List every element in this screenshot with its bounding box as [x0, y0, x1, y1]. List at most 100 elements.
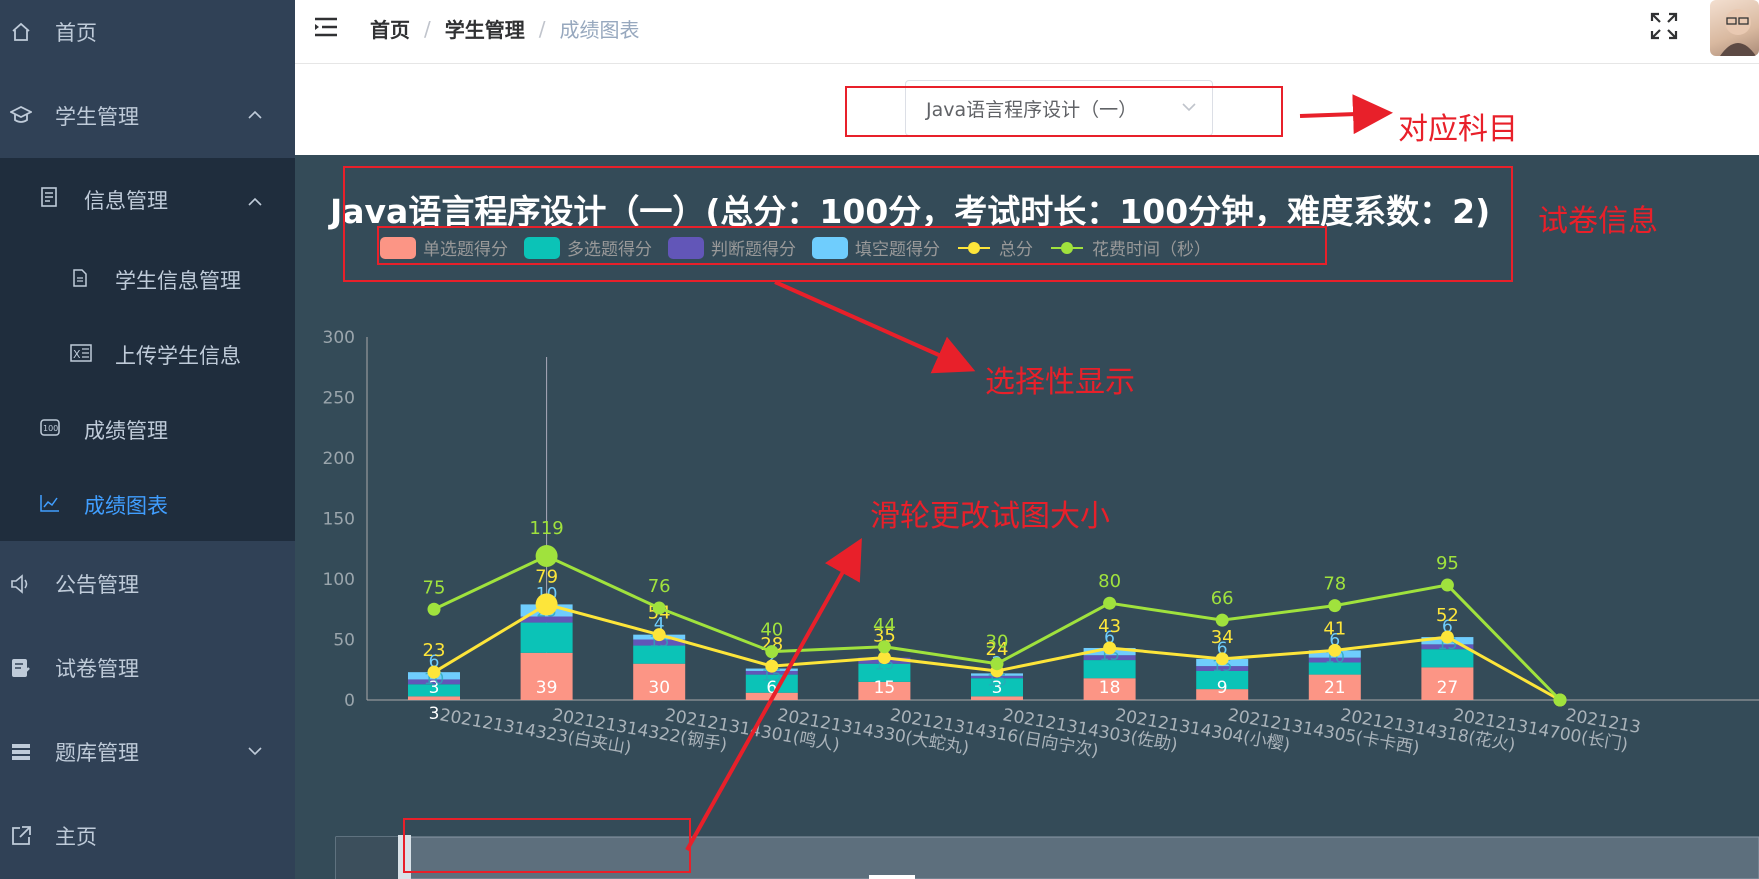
sidebar-item-question-bank[interactable]: 题库管理 [0, 710, 295, 794]
speaker-icon [10, 573, 32, 595]
sidebar-item-label: 试卷管理 [55, 657, 139, 681]
fullscreen-icon[interactable] [1650, 12, 1678, 40]
series-point [1215, 613, 1229, 627]
y-tick-label: 100 [323, 570, 355, 590]
score-icon: 100 [40, 417, 60, 442]
line-value-label: 95 [1436, 553, 1459, 574]
bar-value-label: 18 [1099, 678, 1121, 698]
sidebar-item-label: 题库管理 [55, 741, 139, 765]
line-value-label: 75 [423, 577, 446, 598]
svg-text:100: 100 [43, 424, 58, 433]
line-value-label: 41 [1323, 618, 1346, 639]
student-submenu: 信息管理 学生信息管理 X 上传学生信息 100 成绩管理 成绩图表 [0, 158, 295, 541]
annotation-box-select [845, 86, 1283, 137]
student-cap-icon [10, 105, 32, 127]
line-value-label: 80 [1098, 571, 1121, 592]
top-navbar: 首页 / 学生管理 / 成绩图表 [295, 0, 1759, 64]
sidebar-item-exam-paper[interactable]: 试卷管理 [0, 626, 295, 710]
annotation-wheel: 滑轮更改试图大小 [870, 499, 1110, 534]
edit-doc-icon [10, 657, 32, 679]
line-value-label: 66 [1211, 588, 1234, 609]
line-value-label: 52 [1436, 605, 1459, 626]
home-icon [10, 21, 32, 43]
y-tick-label: 200 [323, 449, 355, 469]
datazoom-left-area [336, 837, 408, 879]
y-tick-label: 150 [323, 510, 355, 530]
sidebar-item-info-management[interactable]: 信息管理 [0, 162, 295, 237]
y-tick-label: 0 [344, 691, 355, 711]
breadcrumb-student-management[interactable]: 学生管理 [445, 14, 525, 43]
avatar[interactable] [1710, 0, 1759, 56]
series-point [1328, 643, 1342, 657]
annotation-paper-info: 试卷信息 [1538, 204, 1658, 239]
breadcrumb-separator: / [424, 16, 431, 41]
bar-value-label: 27 [1437, 678, 1459, 698]
sidebar-item-student-management[interactable]: 学生管理 [0, 74, 295, 158]
file-icon [72, 268, 88, 292]
line-value-label: 119 [529, 518, 563, 539]
line-value-label: 34 [1211, 627, 1234, 648]
bar-value-label: 15 [874, 678, 896, 698]
svg-text:X: X [73, 348, 81, 361]
breadcrumb-home[interactable]: 首页 [370, 14, 410, 43]
bar-value-label: 21 [1324, 678, 1346, 698]
line-value-label: 44 [873, 615, 896, 636]
sidebar-item-label: 首页 [55, 21, 97, 45]
line-value-label: 76 [648, 576, 671, 597]
series-point [1553, 693, 1567, 707]
sidebar: 首页 学生管理 信息管理 学生信息管理 X 上传学生信息 100 成绩管理 成绩… [0, 0, 295, 879]
bar-value-label: 39 [536, 678, 558, 698]
sidebar-item-upload-student[interactable]: X 上传学生信息 [0, 317, 295, 392]
excel-icon: X [70, 343, 92, 367]
sidebar-item-label: 主页 [55, 825, 97, 849]
series-point [1103, 596, 1117, 610]
series-point [427, 665, 441, 679]
annotation-subject: 对应科目 [1398, 112, 1518, 147]
series-point [652, 601, 666, 615]
hamburger-icon[interactable] [313, 16, 339, 38]
series-point [765, 659, 779, 673]
chevron-down-icon [248, 744, 262, 760]
external-link-icon [10, 825, 32, 847]
breadcrumb: 首页 / 学生管理 / 成绩图表 [370, 14, 640, 43]
bar-value-label: 30 [648, 678, 670, 698]
x-tick-label: 3 [429, 704, 440, 724]
y-tick-label: 300 [323, 328, 355, 348]
line-value-label: 23 [423, 640, 446, 661]
series-point [1215, 652, 1229, 666]
sidebar-item-label: 公告管理 [55, 573, 139, 597]
series-point [427, 602, 441, 616]
series-point [1103, 641, 1117, 655]
sidebar-item-main-page[interactable]: 主页 [0, 794, 295, 878]
series-point [1440, 578, 1454, 592]
series-point [1440, 630, 1454, 644]
series-point [765, 645, 779, 659]
list-icon [10, 741, 32, 763]
sidebar-item-label: 成绩图表 [84, 493, 168, 518]
breadcrumb-current: 成绩图表 [559, 18, 640, 42]
line-value-label: 30 [986, 632, 1009, 653]
line-value-label: 78 [1323, 574, 1346, 595]
sidebar-item-label: 信息管理 [84, 188, 168, 213]
sidebar-item-announcement[interactable]: 公告管理 [0, 542, 295, 626]
sidebar-item-label: 学生信息管理 [115, 268, 241, 293]
series-point [652, 628, 666, 642]
y-tick-label: 250 [323, 389, 355, 409]
line-value-label: 79 [535, 566, 558, 587]
sidebar-item-score-chart[interactable]: 成绩图表 [0, 467, 295, 542]
breadcrumb-separator: / [538, 16, 546, 41]
sidebar-item-label: 成绩管理 [84, 418, 168, 443]
document-icon [40, 187, 58, 212]
series-point [990, 657, 1004, 671]
y-tick-label: 50 [333, 631, 355, 651]
sidebar-item-label: 学生管理 [55, 105, 139, 129]
sidebar-item-score-management[interactable]: 100 成绩管理 [0, 392, 295, 467]
sidebar-item-home[interactable]: 首页 [0, 0, 295, 74]
series-point [1328, 599, 1342, 613]
annotation-box-datazoom [403, 818, 691, 873]
sidebar-item-student-info[interactable]: 学生信息管理 [0, 242, 295, 317]
bar-value-label: 9 [1217, 678, 1228, 698]
series-point [535, 545, 558, 568]
chevron-up-icon [248, 188, 262, 212]
datazoom-indicator [869, 875, 915, 879]
